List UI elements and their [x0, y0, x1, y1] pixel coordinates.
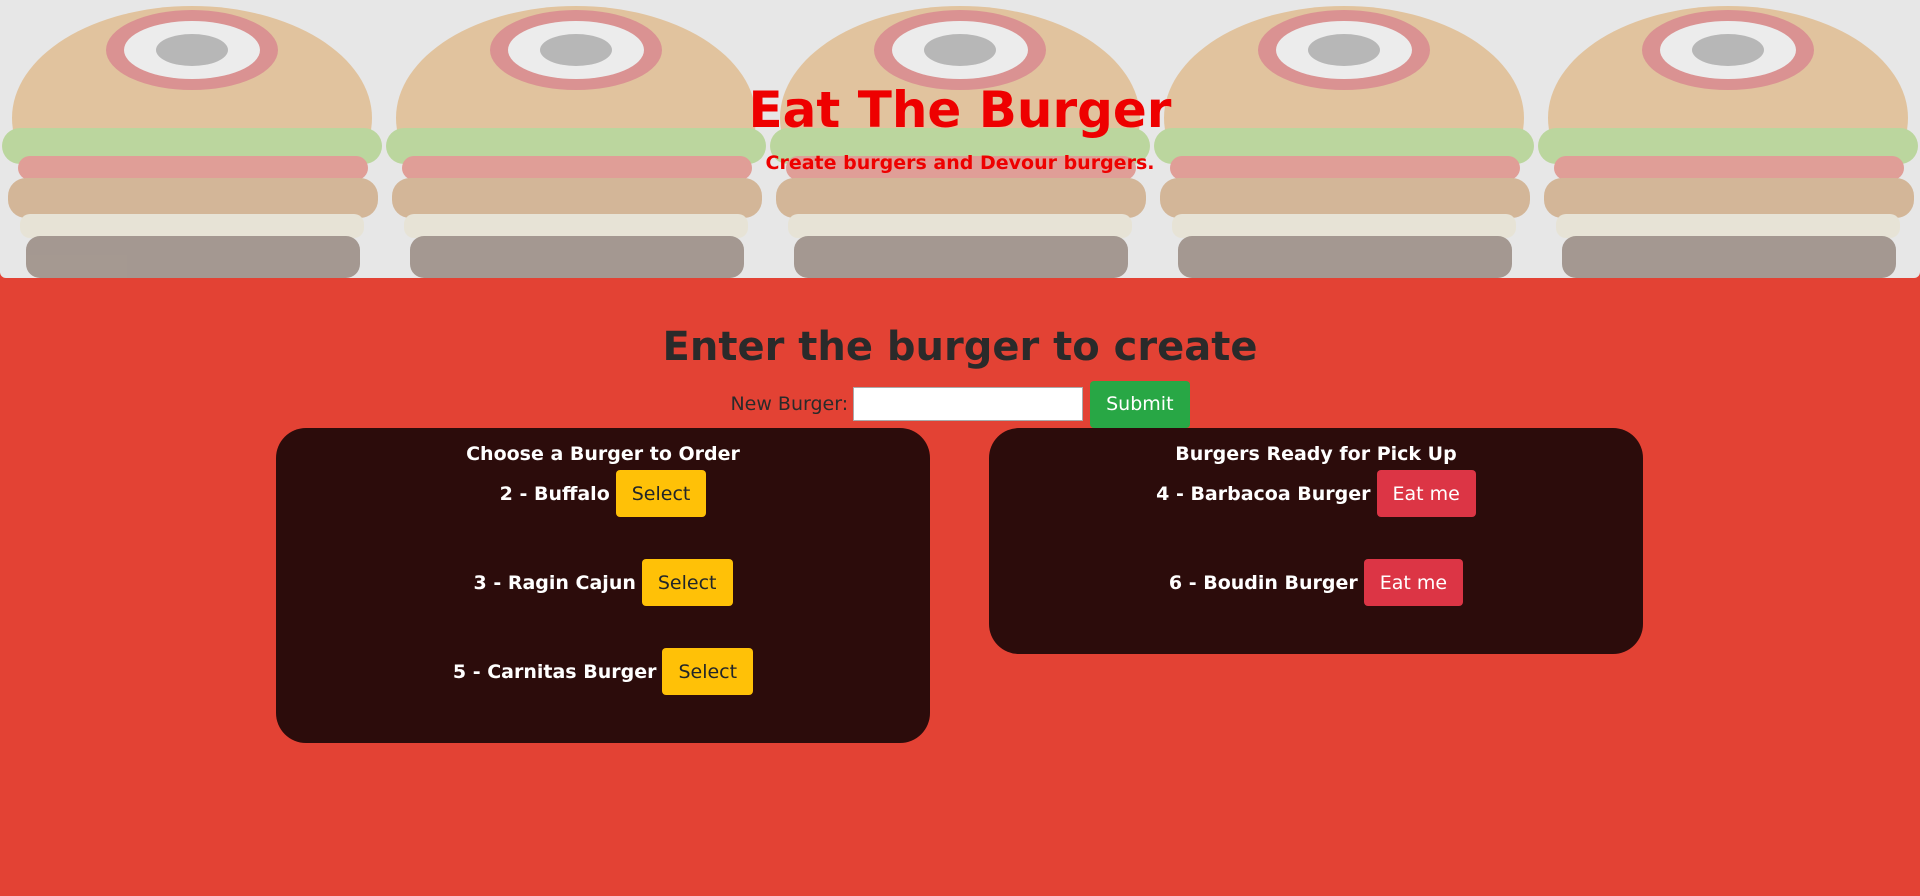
jumbotron-header: Eat The Burger Create burgers and Devour… — [0, 0, 1920, 278]
order-panel: Choose a Burger to Order 2 - Buffalo Sel… — [276, 428, 930, 743]
burger-label: 3 - Ragin Cajun — [473, 571, 636, 594]
page-subtitle: Create burgers and Devour burgers. — [765, 152, 1155, 174]
submit-button[interactable]: Submit — [1090, 380, 1190, 428]
select-button[interactable]: Select — [662, 648, 754, 695]
list-item: 5 - Carnitas Burger Select — [276, 648, 930, 695]
order-panel-title: Choose a Burger to Order — [466, 443, 740, 465]
burger-label: 4 - Barbacoa Burger — [1156, 482, 1371, 505]
list-item: 2 - Buffalo Select — [276, 470, 930, 517]
pickup-panel-title: Burgers Ready for Pick Up — [1175, 443, 1457, 465]
pickup-panel: Burgers Ready for Pick Up 4 - Barbacoa B… — [989, 428, 1643, 654]
burger-label: 2 - Buffalo — [499, 482, 610, 505]
burger-panels: Choose a Burger to Order 2 - Buffalo Sel… — [0, 428, 1920, 778]
list-item: 4 - Barbacoa Burger Eat me — [989, 470, 1643, 517]
jumbotron-text: Eat The Burger Create burgers and Devour… — [0, 0, 1920, 174]
burger-label: 6 - Boudin Burger — [1168, 571, 1358, 594]
new-burger-label: New Burger: — [730, 393, 849, 415]
select-button[interactable]: Select — [615, 470, 707, 517]
create-burger-form: New Burger: Submit — [0, 380, 1920, 428]
new-burger-input[interactable] — [853, 387, 1084, 421]
select-button[interactable]: Select — [641, 559, 733, 606]
eat-me-button[interactable]: Eat me — [1363, 559, 1464, 606]
eat-me-button[interactable]: Eat me — [1376, 470, 1476, 517]
create-burger-heading: Enter the burger to create — [662, 324, 1258, 370]
page-title: Eat The Burger — [748, 81, 1172, 139]
list-item: 6 - Boudin Burger Eat me — [989, 559, 1643, 606]
burger-label: 5 - Carnitas Burger — [452, 660, 657, 683]
list-item: 3 - Ragin Cajun Select — [276, 559, 930, 606]
